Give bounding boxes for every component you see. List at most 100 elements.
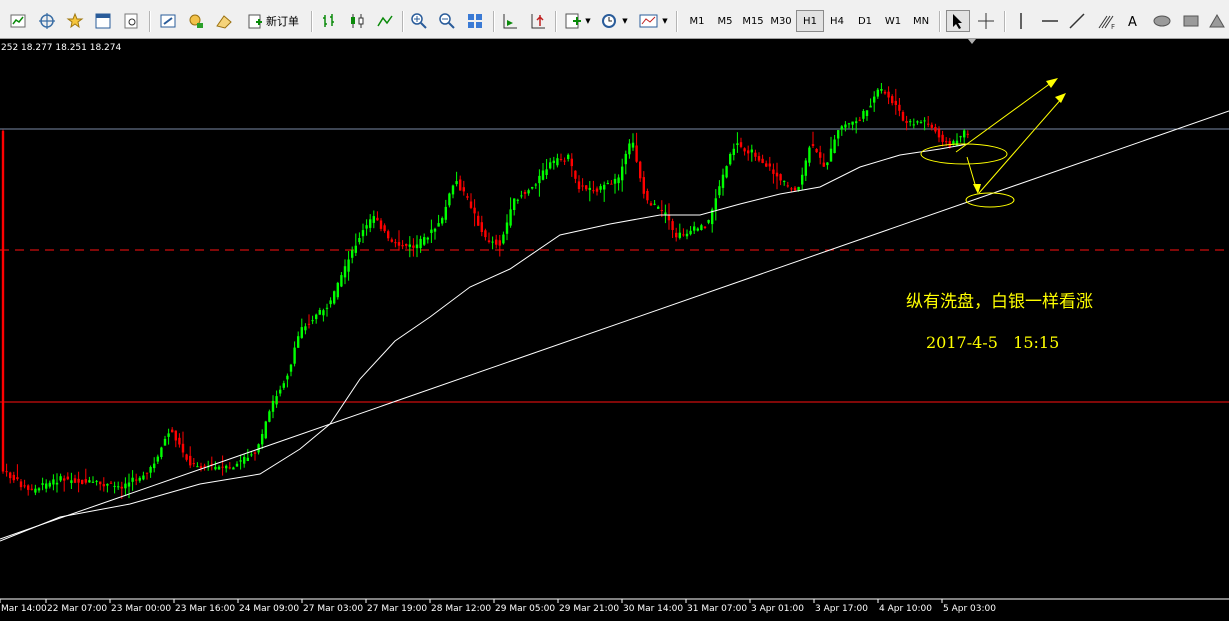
new-order-button[interactable]: 新订单 xyxy=(242,10,304,32)
navigator-icon[interactable] xyxy=(157,10,179,32)
candle-body xyxy=(502,234,505,244)
trendline-icon[interactable] xyxy=(1066,10,1088,32)
candle-body xyxy=(480,222,483,232)
triangle-icon[interactable] xyxy=(1206,10,1228,32)
candle-body xyxy=(430,229,433,233)
x-tick-label: 4 Apr 10:00 xyxy=(879,604,932,614)
candle-body xyxy=(833,139,836,153)
timeframe-m1[interactable]: M1 xyxy=(684,10,710,32)
line-chart-icon[interactable] xyxy=(374,10,396,32)
candle-body xyxy=(214,466,217,470)
templates-icon[interactable] xyxy=(638,10,660,32)
timeframe-h4[interactable]: H4 xyxy=(824,10,850,32)
candle-body xyxy=(12,474,15,481)
cursor-icon[interactable] xyxy=(946,10,970,32)
rectangle-icon[interactable] xyxy=(1180,10,1202,32)
timeframe-mn[interactable]: MN xyxy=(908,10,934,32)
candle-body xyxy=(595,188,599,192)
candle-body xyxy=(48,482,51,487)
candle-body xyxy=(963,130,966,138)
indicators-icon[interactable] xyxy=(562,10,584,32)
candle-body xyxy=(545,169,548,175)
strategy-tester-icon[interactable] xyxy=(213,10,235,32)
periods-dropdown-icon[interactable]: ▼ xyxy=(621,10,629,32)
timeframe-m5[interactable]: M5 xyxy=(712,10,738,32)
text-tool-icon[interactable]: A xyxy=(1122,10,1144,32)
price-chart[interactable]: 纵有洗盘，白银一样看涨 2017-4-5 15:15 252 18.277 18… xyxy=(0,39,1229,617)
candle-body xyxy=(621,166,624,181)
candle-body xyxy=(333,291,336,304)
timeframe-h1[interactable]: H1 xyxy=(796,10,824,32)
candle-body xyxy=(880,89,883,91)
candle-body xyxy=(261,434,264,445)
indicators-dropdown-icon[interactable]: ▼ xyxy=(584,10,592,32)
candle-body xyxy=(487,240,491,242)
toolbar-separator xyxy=(939,11,941,32)
candle-body xyxy=(642,177,645,194)
candle-body xyxy=(552,160,555,163)
profiles-icon[interactable] xyxy=(36,10,58,32)
terminal-icon[interactable] xyxy=(185,10,207,32)
candle-body xyxy=(365,225,368,229)
candle-body xyxy=(73,478,77,483)
candle-body xyxy=(559,159,563,160)
candle-body xyxy=(45,483,48,489)
new-chart-icon[interactable] xyxy=(7,10,29,32)
ellipse-icon[interactable] xyxy=(1151,10,1173,32)
data-window-icon[interactable] xyxy=(120,10,142,32)
candle-body xyxy=(124,483,127,489)
vertical-line-icon[interactable] xyxy=(1010,10,1032,32)
candle-body xyxy=(761,158,764,163)
candle-body xyxy=(718,186,721,196)
auto-scroll-icon[interactable] xyxy=(499,10,521,32)
candle-body xyxy=(714,198,717,210)
candle-body xyxy=(250,454,253,456)
candle-body xyxy=(228,467,231,469)
candle-body xyxy=(322,310,325,316)
candle-body xyxy=(196,466,199,468)
candle-body xyxy=(329,300,332,305)
candle-body xyxy=(387,231,390,239)
market-watch-icon[interactable] xyxy=(92,10,114,32)
candle-body xyxy=(181,443,185,453)
candle-body xyxy=(786,185,789,187)
crosshair-icon[interactable] xyxy=(975,10,997,32)
timeframe-m30[interactable]: M30 xyxy=(768,10,794,32)
timeframe-m15[interactable]: M15 xyxy=(740,10,766,32)
candle-body xyxy=(77,478,80,483)
candle-body xyxy=(70,480,73,483)
toolbar-separator xyxy=(149,11,151,32)
fibonacci-icon[interactable]: F xyxy=(1096,10,1118,32)
tile-windows-icon[interactable] xyxy=(464,10,486,32)
candle-body xyxy=(95,480,98,482)
candle-body xyxy=(372,216,375,223)
candle-body xyxy=(63,478,66,481)
favorites-icon[interactable] xyxy=(64,10,86,32)
x-tick-label: 29 Mar 21:00 xyxy=(559,604,619,614)
candle-body xyxy=(876,89,879,97)
x-tick-label: 5 Apr 03:00 xyxy=(943,604,996,614)
timeframe-d1[interactable]: D1 xyxy=(852,10,878,32)
candle-body xyxy=(653,203,656,205)
candle-body xyxy=(239,460,242,462)
candle-body xyxy=(883,91,887,94)
candle-body xyxy=(678,232,681,238)
candle-body xyxy=(253,452,257,454)
periods-icon[interactable] xyxy=(598,10,620,32)
candle-body xyxy=(408,244,411,247)
candle-body xyxy=(811,144,815,146)
bar-chart-icon[interactable] xyxy=(318,10,340,32)
chart-shift-icon[interactable] xyxy=(527,10,549,32)
candle-body xyxy=(379,220,383,229)
quote-readout: 252 18.277 18.251 18.274 xyxy=(1,43,122,53)
candle-body xyxy=(577,181,581,189)
x-tick-label: 28 Mar 12:00 xyxy=(431,604,491,614)
zoom-in-icon[interactable] xyxy=(408,10,430,32)
zoom-out-icon[interactable] xyxy=(436,10,458,32)
candlestick-icon[interactable] xyxy=(346,10,368,32)
templates-dropdown-icon[interactable]: ▼ xyxy=(661,10,669,32)
candle-body xyxy=(772,169,775,174)
timeframe-w1[interactable]: W1 xyxy=(880,10,906,32)
horizontal-line-icon[interactable] xyxy=(1039,10,1061,32)
candle-body xyxy=(444,206,447,220)
